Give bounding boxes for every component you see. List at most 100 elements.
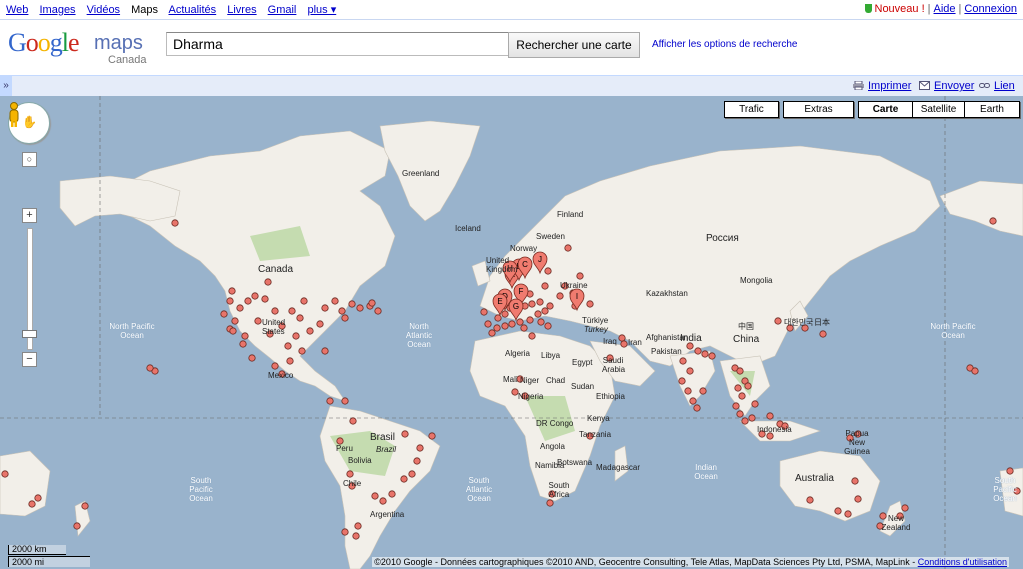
result-marker-dot[interactable] [819, 330, 827, 338]
result-marker-dot[interactable] [341, 528, 349, 536]
result-marker-dot[interactable] [416, 444, 424, 452]
send-link[interactable]: Envoyer [934, 80, 974, 92]
result-marker-dot[interactable] [751, 400, 759, 408]
result-marker-dot[interactable] [286, 357, 294, 365]
result-marker-dot[interactable] [306, 327, 314, 335]
aide-link[interactable]: Aide [934, 3, 956, 15]
link-link[interactable]: Lien [994, 80, 1015, 92]
result-marker-dot[interactable] [341, 314, 349, 322]
result-marker-dot[interactable] [484, 320, 492, 328]
print-action[interactable]: Imprimer [853, 80, 911, 92]
result-marker-dot[interactable] [732, 402, 740, 410]
result-marker-dot[interactable] [231, 317, 239, 325]
result-marker-dot[interactable] [689, 397, 697, 405]
gbar-link-videos[interactable]: Vidéos [87, 4, 120, 16]
map-canvas[interactable]: ABCDEFGHIJ Greenland Iceland Canada Unit… [0, 96, 1023, 569]
result-marker-dot[interactable] [586, 300, 594, 308]
result-marker-dot[interactable] [494, 314, 502, 322]
result-marker-dot[interactable] [228, 287, 236, 295]
result-marker-dot[interactable] [493, 324, 501, 332]
print-link[interactable]: Imprimer [868, 80, 911, 92]
result-marker-dot[interactable] [326, 397, 334, 405]
result-marker-dot[interactable] [300, 297, 308, 305]
map-type-satellite-button[interactable]: Satellite [912, 101, 965, 118]
result-marker-dot[interactable] [321, 304, 329, 312]
result-marker-dot[interactable] [534, 310, 542, 318]
search-options-link[interactable]: Afficher les options de recherche [652, 39, 797, 50]
result-marker-dot[interactable] [901, 504, 909, 512]
gbar-link-gmail[interactable]: Gmail [268, 4, 297, 16]
result-marker-dot[interactable] [686, 367, 694, 375]
result-marker-dot[interactable] [288, 307, 296, 315]
result-marker-dot[interactable] [618, 334, 626, 342]
result-marker-dot[interactable] [546, 302, 554, 310]
result-marker-dot[interactable] [338, 307, 346, 315]
result-marker-dot[interactable] [541, 307, 549, 315]
result-marker-dot[interactable] [488, 329, 496, 337]
result-marker-dot[interactable] [1, 470, 9, 478]
expand-panel-button[interactable]: » [0, 76, 12, 96]
result-marker-dot[interactable] [766, 412, 774, 420]
result-marker-dot[interactable] [349, 417, 357, 425]
result-marker-dot[interactable] [854, 495, 862, 503]
result-marker-dot[interactable] [354, 522, 362, 530]
result-marker-dot[interactable] [346, 470, 354, 478]
map-type-earth-button[interactable]: Earth [964, 101, 1020, 118]
result-marker-dot[interactable] [298, 347, 306, 355]
traffic-button[interactable]: Trafic [724, 101, 779, 118]
result-marker-dot[interactable] [413, 457, 421, 465]
result-marker-dot[interactable] [699, 387, 707, 395]
result-marker-dot[interactable] [734, 384, 742, 392]
result-marker-dot[interactable] [374, 307, 382, 315]
result-marker-dot[interactable] [229, 327, 237, 335]
result-marker-dot[interactable] [388, 490, 396, 498]
result-marker-dot[interactable] [851, 477, 859, 485]
result-marker-dot[interactable] [264, 278, 272, 286]
result-marker-dot[interactable] [748, 414, 756, 422]
google-maps-logo[interactable]: Google maps Canada [8, 28, 158, 68]
result-marker-dot[interactable] [556, 292, 564, 300]
result-marker-dot[interactable] [501, 322, 509, 330]
gbar-link-images[interactable]: Images [39, 4, 75, 16]
nouveau-link[interactable]: Nouveau ! [875, 3, 925, 15]
link-action[interactable]: Lien [979, 80, 1015, 92]
result-marker-dot[interactable] [736, 410, 744, 418]
result-marker-dot[interactable] [576, 272, 584, 280]
zoom-out-button[interactable]: − [22, 352, 37, 367]
result-marker-dot[interactable] [684, 387, 692, 395]
gbar-link-plus[interactable]: plus ▾ [307, 4, 336, 16]
result-marker-dot[interactable] [528, 300, 536, 308]
result-marker-dot[interactable] [226, 297, 234, 305]
result-marker-dot[interactable] [171, 219, 179, 227]
result-marker-dot[interactable] [1006, 467, 1014, 475]
result-marker-dot[interactable] [564, 244, 572, 252]
zoom-in-button[interactable]: + [22, 208, 37, 223]
send-action[interactable]: Envoyer [919, 80, 974, 92]
result-marker-dot[interactable] [271, 307, 279, 315]
result-marker-dot[interactable] [296, 314, 304, 322]
result-marker-dot[interactable] [834, 507, 842, 515]
gbar-link-livres[interactable]: Livres [227, 4, 256, 16]
terms-link[interactable]: Conditions d'utilisation [918, 557, 1007, 567]
result-marker-dot[interactable] [741, 417, 749, 425]
result-marker-dot[interactable] [316, 320, 324, 328]
pegman-icon[interactable] [8, 102, 20, 128]
result-marker-dot[interactable] [844, 510, 852, 518]
result-marker-dot[interactable] [356, 304, 364, 312]
result-marker-dot[interactable] [254, 317, 262, 325]
street-view-icon-small[interactable]: ○ [22, 152, 37, 167]
connexion-link[interactable]: Connexion [964, 3, 1017, 15]
result-marker-dot[interactable] [541, 282, 549, 290]
result-marker-dot[interactable] [368, 299, 376, 307]
result-marker-dot[interactable] [544, 267, 552, 275]
result-marker-dot[interactable] [708, 352, 716, 360]
result-marker-dot[interactable] [693, 404, 701, 412]
map-type-carte-button[interactable]: Carte [858, 101, 913, 118]
result-marker-dot[interactable] [774, 317, 782, 325]
result-marker-dot[interactable] [244, 297, 252, 305]
result-marker-dot[interactable] [678, 377, 686, 385]
result-marker-dot[interactable] [379, 497, 387, 505]
result-marker-dot[interactable] [146, 364, 154, 372]
result-marker-dot[interactable] [736, 367, 744, 375]
result-marker-dot[interactable] [348, 300, 356, 308]
